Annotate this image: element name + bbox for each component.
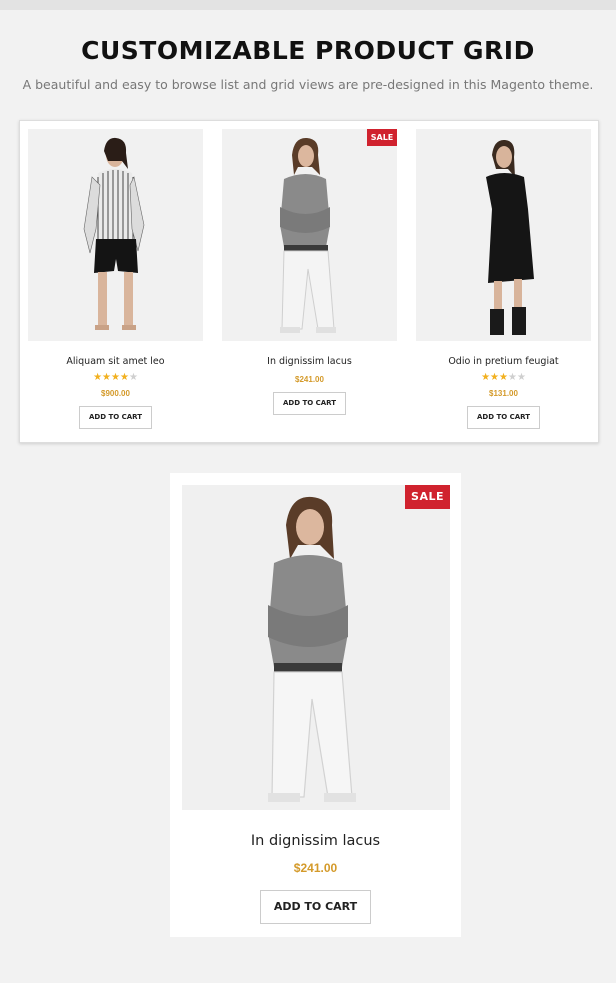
rating-stars: ★★★★★: [28, 372, 203, 383]
add-to-cart-button[interactable]: ADD TO CART: [273, 392, 346, 415]
star-icon: ★: [119, 372, 129, 383]
rating-stars: ★★★★★: [416, 372, 591, 383]
product-price: $131.00: [489, 389, 518, 398]
star-icon: ★: [111, 372, 120, 383]
product-image[interactable]: [28, 129, 203, 341]
product-grid: Aliquam sit amet leo ★★★★★ $900.00 ADD T…: [19, 120, 599, 443]
product-card: Odio in pretium feugiat ★★★★★ $131.00 AD…: [416, 129, 591, 429]
model-grey-sweater-image: [222, 129, 397, 341]
model-grey-sweater-large-image: [182, 485, 450, 810]
add-to-cart-button[interactable]: ADD TO CART: [79, 406, 152, 429]
featured-product-card: SALE In dignissim lacus $241.00 ADD TO C…: [170, 473, 461, 937]
product-image[interactable]: SALE: [222, 129, 397, 341]
model-striped-shirt-image: [28, 129, 203, 341]
add-to-cart-button[interactable]: ADD TO CART: [467, 406, 540, 429]
product-price: $900.00: [101, 389, 130, 398]
star-icon: ★: [490, 372, 500, 383]
star-empty-icon: ★: [128, 372, 138, 383]
top-strip: [0, 0, 616, 10]
product-name[interactable]: In dignissim lacus: [222, 356, 397, 367]
star-empty-icon: ★: [507, 372, 517, 383]
sale-badge: SALE: [405, 485, 450, 509]
star-icon: ★: [102, 372, 112, 383]
featured-product-image[interactable]: SALE: [182, 485, 450, 810]
star-icon: ★: [481, 372, 491, 383]
section-title: CUSTOMIZABLE PRODUCT GRID: [81, 36, 535, 65]
star-empty-icon: ★: [516, 372, 526, 383]
product-card: SALE In dignissim lacus $241.00 ADD TO C…: [222, 129, 397, 415]
star-icon: ★: [93, 372, 103, 383]
product-price: $241.00: [295, 375, 324, 384]
featured-product-price: $241.00: [293, 861, 338, 875]
add-to-cart-button[interactable]: ADD TO CART: [260, 890, 371, 924]
sale-badge: SALE: [367, 129, 397, 146]
star-icon: ★: [499, 372, 508, 383]
product-name[interactable]: Aliquam sit amet leo: [28, 356, 203, 367]
product-card: Aliquam sit amet leo ★★★★★ $900.00 ADD T…: [28, 129, 203, 429]
product-image[interactable]: [416, 129, 591, 341]
featured-product-name[interactable]: In dignissim lacus: [170, 833, 461, 849]
section-subtitle: A beautiful and easy to browse list and …: [22, 77, 594, 92]
product-name[interactable]: Odio in pretium feugiat: [416, 356, 591, 367]
model-black-dress-image: [416, 129, 591, 341]
